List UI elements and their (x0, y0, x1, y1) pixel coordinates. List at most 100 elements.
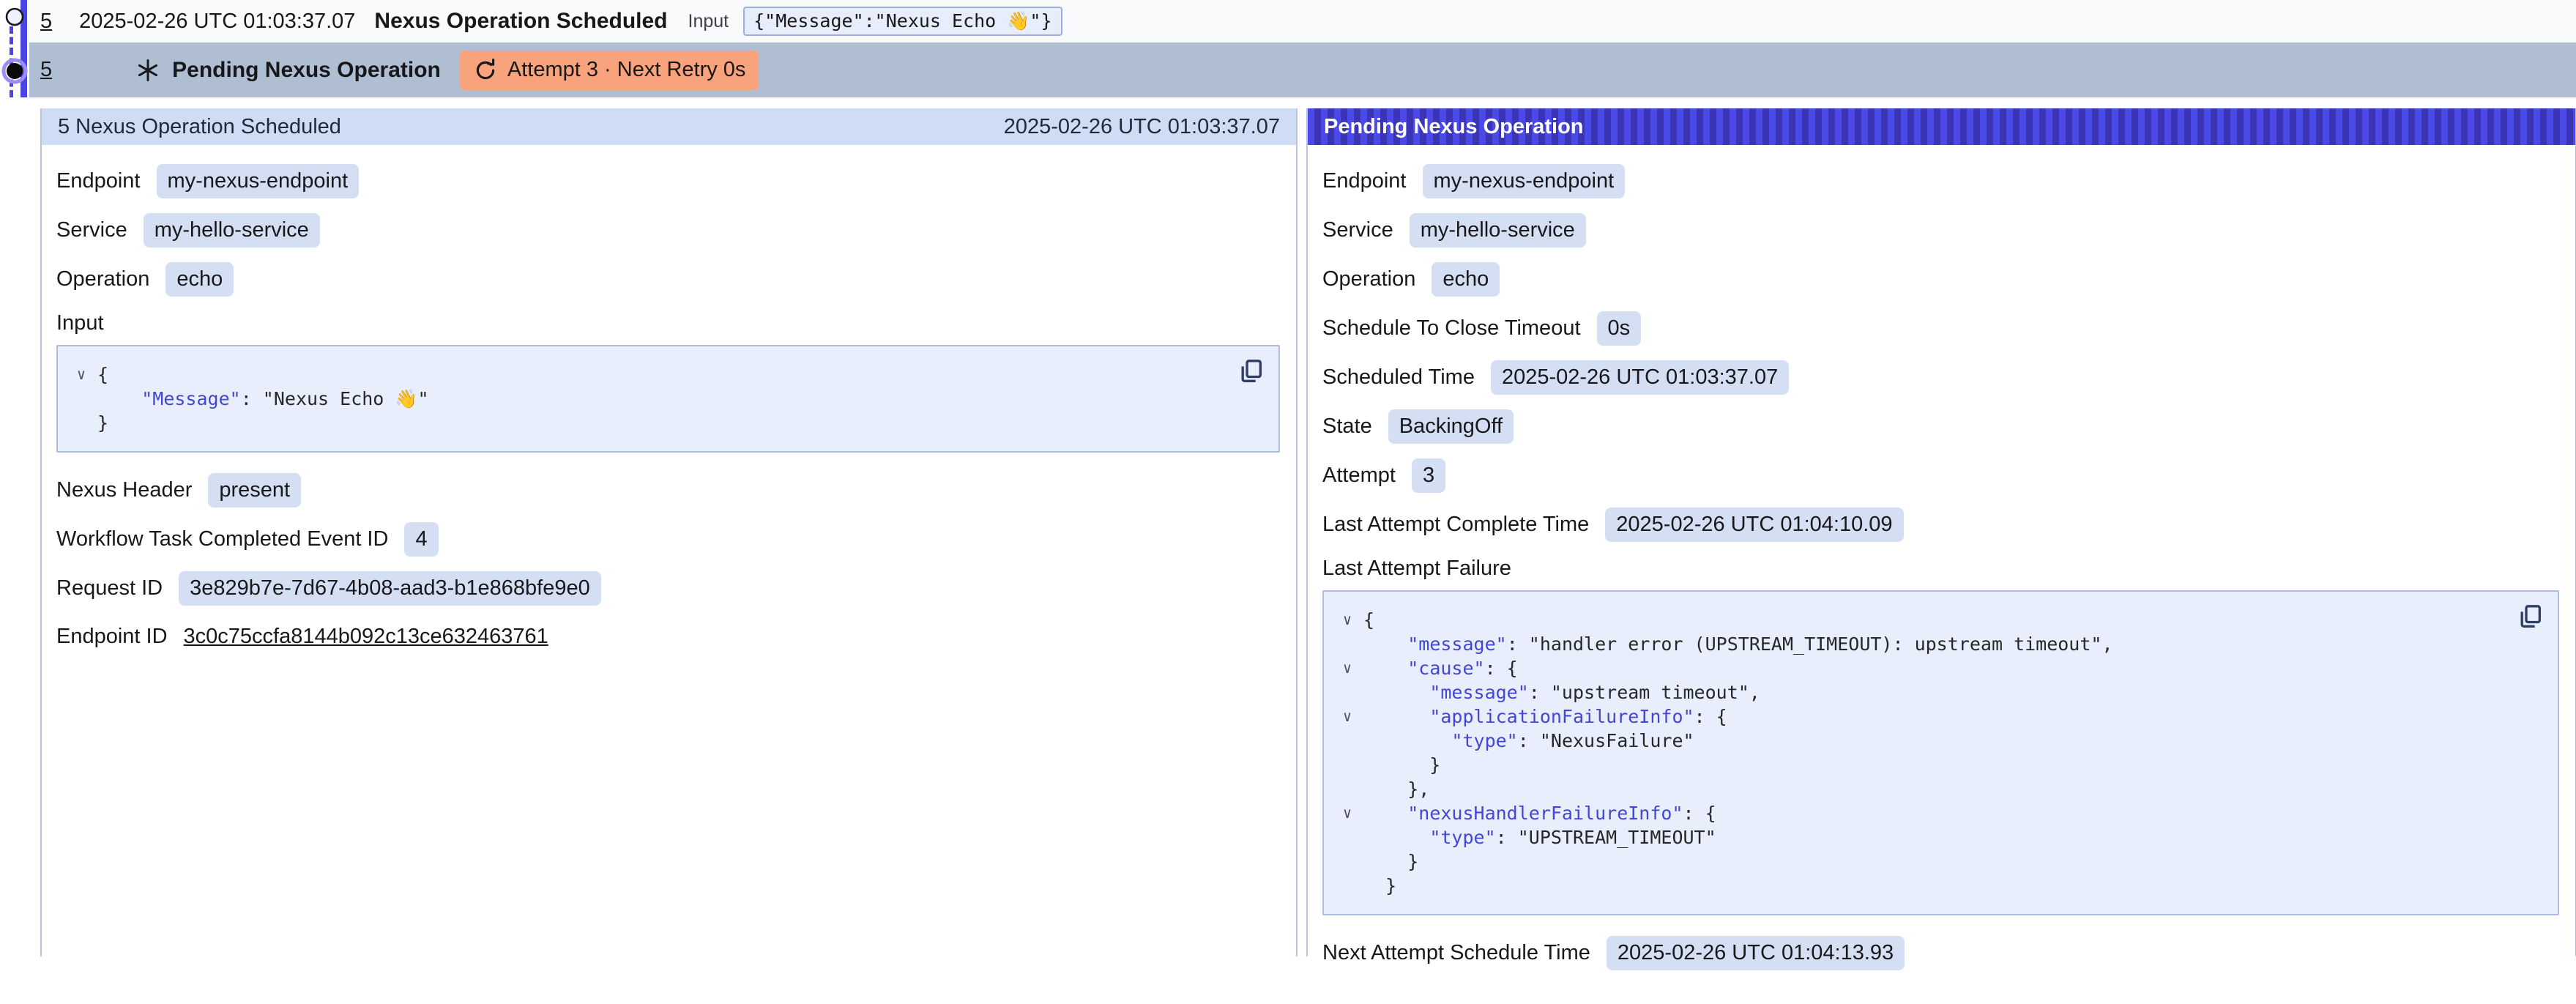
field-label: Attempt (1322, 464, 1396, 488)
json-line: ∨ "applicationFailureInfo": { (1331, 704, 2506, 729)
field-label: Service (56, 218, 127, 242)
json-text: "message": "handler error (UPSTREAM_TIME… (1363, 632, 2113, 656)
json-text: "nexusHandlerFailureInfo": { (1363, 801, 1716, 825)
field-value-chip: 2025-02-26 UTC 01:04:13.93 (1607, 936, 1905, 970)
failure-section-label: Last Attempt Failure (1322, 557, 2559, 583)
field-operation: Operation echo (1322, 262, 2559, 297)
field-schedule-to-close-timeout: Schedule To Close Timeout 0s (1322, 311, 2559, 346)
json-text: "message": "upstream timeout", (1363, 680, 1760, 704)
json-collapse-chevron[interactable]: ∨ (1331, 801, 1363, 825)
json-collapse-chevron[interactable]: ∨ (1331, 656, 1363, 680)
pending-asterisk-icon (135, 58, 160, 83)
input-preview-chip: {"Message":"Nexus Echo 👋"} (743, 7, 1062, 36)
field-endpoint: Endpoint my-nexus-endpoint (56, 164, 1280, 198)
json-collapse-chevron[interactable]: ∨ (1331, 608, 1363, 632)
json-text: } (1363, 849, 1418, 874)
input-json-viewer: ∨{ "Message": "Nexus Echo 👋"} (56, 345, 1280, 453)
field-last-attempt-complete-time: Last Attempt Complete Time2025-02-26 UTC… (1322, 507, 2559, 542)
field-service: Servicemy-hello-service (1322, 213, 2559, 248)
field-value-chip: my-nexus-endpoint (157, 164, 360, 198)
field-scheduled-time: Scheduled Time 2025-02-26 UTC 01:03:37.07 (1322, 360, 2559, 395)
panel-title: Pending Nexus Operation (1324, 115, 1584, 139)
endpoint-id-link[interactable]: 3c0c75ccfa8144b092c13ce632463761 (184, 625, 548, 649)
field-next-attempt-schedule-time: Next Attempt Schedule Time 2025-02-26 UTC… (1322, 936, 2559, 970)
pending-event-title: Pending Nexus Operation (172, 58, 441, 83)
field-endpoint: Endpoint my-nexus-endpoint (1322, 164, 2559, 198)
panel-title: 5 Nexus Operation Scheduled (58, 115, 341, 139)
panel-scheduled-event: 5 Nexus Operation Scheduled 2025-02-26 U… (40, 108, 1298, 956)
field-label: Endpoint (56, 169, 141, 193)
retry-badge: Attempt 3 · Next Retry 0s (460, 51, 759, 90)
json-text: { (97, 362, 108, 387)
json-text: "type": "UPSTREAM_TIMEOUT" (1363, 825, 1716, 849)
field-request-id: Request ID3e829b7e-7d67-4b08-aad3-b1e868… (56, 571, 1280, 606)
field-workflow-task-completed-event-id: Workflow Task Completed Event ID 4 (56, 522, 1280, 557)
field-value-chip: my-hello-service (144, 213, 320, 248)
json-collapse-chevron[interactable]: ∨ (1331, 704, 1363, 729)
json-text: } (1363, 874, 1396, 898)
json-line: "type": "NexusFailure" (1331, 729, 2506, 753)
field-value-chip: BackingOff (1388, 409, 1514, 444)
json-line: } (1331, 849, 2506, 874)
json-line: } (65, 411, 1227, 435)
json-text: "type": "NexusFailure" (1363, 729, 1694, 753)
json-line: "message": "handler error (UPSTREAM_TIME… (1331, 632, 2506, 656)
event-id-link[interactable]: 5 (40, 10, 52, 34)
field-label: Endpoint ID (56, 625, 168, 649)
field-label: Schedule To Close Timeout (1322, 316, 1581, 341)
field-value-chip: 3 (1412, 458, 1445, 493)
json-line: ∨ "cause": { (1331, 656, 2506, 680)
field-label: State (1322, 414, 1372, 439)
field-label: Request ID (56, 576, 163, 600)
copy-button[interactable] (1236, 357, 1265, 386)
retry-badge-label: Attempt 3 · Next Retry 0s (507, 58, 746, 82)
json-line: } (1331, 874, 2506, 898)
json-line: ∨{ (65, 362, 1227, 387)
event-row-scheduled[interactable]: 5 2025-02-26 UTC 01:03:37.07 Nexus Opera… (29, 0, 2576, 42)
copy-icon (2515, 602, 2545, 631)
panel-header-scheduled: 5 Nexus Operation Scheduled 2025-02-26 U… (42, 108, 1296, 145)
field-label: Nexus Header (56, 478, 192, 502)
field-endpoint-id: Endpoint ID 3c0c75ccfa8144b092c13ce632463… (56, 620, 1280, 653)
panel-pending-operation: Pending Nexus Operation Endpoint my-nexus… (1306, 108, 2576, 956)
field-label: Workflow Task Completed Event ID (56, 527, 388, 551)
json-text: "applicationFailureInfo": { (1363, 704, 1727, 729)
field-value-chip: 0s (1597, 311, 1642, 346)
copy-button[interactable] (2515, 602, 2545, 631)
json-collapse-chevron[interactable]: ∨ (65, 362, 97, 387)
field-value-chip: my-nexus-endpoint (1423, 164, 1626, 198)
json-text: "cause": { (1363, 656, 1518, 680)
json-text: } (1363, 753, 1440, 777)
json-line: } (1331, 753, 2506, 777)
event-row-pending[interactable]: 5 Pending Nexus Operation Attempt 3 · Ne… (29, 42, 2576, 97)
field-value-chip: present (208, 473, 301, 507)
panel-header-pending: Pending Nexus Operation (1308, 108, 2575, 145)
field-value-chip: 4 (404, 522, 438, 557)
copy-icon (1236, 357, 1265, 386)
json-text: } (97, 411, 108, 435)
json-line: ∨ "nexusHandlerFailureInfo": { (1331, 801, 2506, 825)
json-text: "Message": "Nexus Echo 👋" (97, 387, 429, 411)
field-value-chip: my-hello-service (1410, 213, 1586, 248)
input-section-label: Input (56, 311, 1280, 338)
event-open-circle-icon (4, 6, 26, 28)
panel-timestamp: 2025-02-26 UTC 01:03:37.07 (1004, 115, 1280, 139)
field-label: Next Attempt Schedule Time (1322, 941, 1590, 965)
field-label: Operation (1322, 267, 1415, 291)
field-value-chip: echo (1432, 262, 1500, 297)
field-operation: Operation echo (56, 262, 1280, 297)
field-value-chip: echo (165, 262, 234, 297)
event-id-link[interactable]: 5 (40, 58, 52, 82)
failure-json-viewer: ∨{ "message": "handler error (UPSTREAM_T… (1322, 590, 2559, 915)
field-state: State BackingOff (1322, 409, 2559, 444)
field-label: Scheduled Time (1322, 365, 1475, 390)
field-attempt: Attempt 3 (1322, 458, 2559, 493)
json-line: "Message": "Nexus Echo 👋" (65, 387, 1227, 411)
json-line: }, (1331, 777, 2506, 801)
field-label: Endpoint (1322, 169, 1407, 193)
field-value-chip: 2025-02-26 UTC 01:03:37.07 (1491, 360, 1789, 395)
field-nexus-header: Nexus Header present (56, 473, 1280, 507)
field-label: Last Attempt Complete Time (1322, 513, 1589, 537)
event-title: Nexus Operation Scheduled (374, 9, 667, 34)
field-label: Operation (56, 267, 149, 291)
